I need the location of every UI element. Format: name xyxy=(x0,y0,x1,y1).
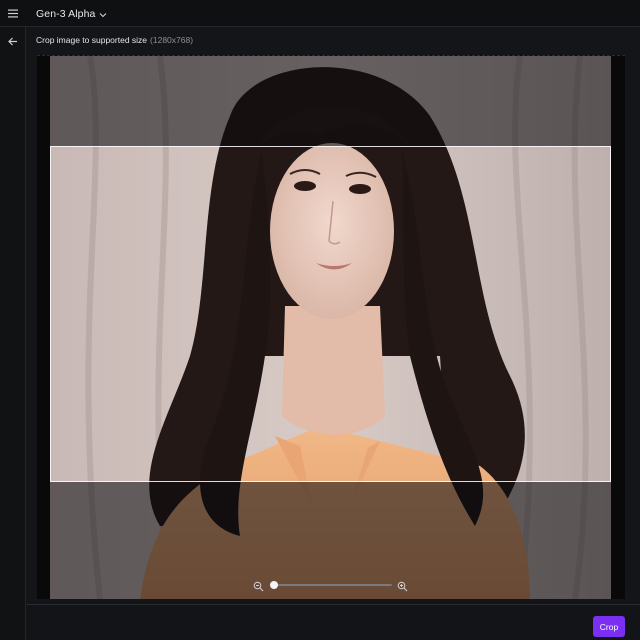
chevron-down-icon xyxy=(99,5,107,23)
crop-heading-text: Crop image to supported size xyxy=(36,35,148,45)
zoom-slider-handle[interactable] xyxy=(270,581,278,589)
footer-bar xyxy=(27,604,640,640)
crop-size-hint: (1280x768) xyxy=(150,35,194,45)
top-bar: Gen-3 Alpha xyxy=(0,0,640,27)
crop-canvas[interactable] xyxy=(37,55,625,599)
zoom-controls xyxy=(253,579,408,592)
crop-selection-box[interactable] xyxy=(50,146,611,482)
crop-button[interactable]: Crop xyxy=(593,616,625,637)
model-selector[interactable]: Gen-3 Alpha xyxy=(36,6,107,21)
model-title: Gen-3 Alpha xyxy=(36,7,96,20)
back-arrow-icon[interactable] xyxy=(5,34,21,48)
crop-shade-top xyxy=(50,56,611,146)
crop-heading: Crop image to supported size (1280x768) xyxy=(36,35,193,45)
left-rail xyxy=(0,27,26,640)
hamburger-menu-icon[interactable] xyxy=(5,5,21,21)
zoom-out-icon[interactable] xyxy=(253,579,264,592)
zoom-in-icon[interactable] xyxy=(397,579,408,592)
zoom-slider[interactable] xyxy=(270,581,392,589)
